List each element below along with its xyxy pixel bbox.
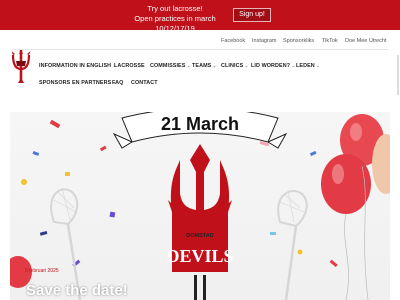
post-date: 5 februari 2025: [25, 268, 59, 274]
logo-text-top: DOMSTAD: [186, 233, 213, 239]
announcement-line-2: Open practices in march 10/12/17/19: [134, 14, 216, 33]
nav-information-in-english[interactable]: INFORMATION IN ENGLISH⌄: [39, 63, 116, 69]
nav-label: LID WORDEN?: [251, 63, 291, 69]
club-logo[interactable]: [10, 47, 32, 85]
trident-logo-icon: [11, 50, 31, 83]
nav-label: LACROSSE: [114, 63, 145, 69]
signup-button[interactable]: Sign up!: [233, 8, 271, 22]
facebook-link[interactable]: Facebook: [221, 38, 245, 44]
nav-label: TEAMS: [192, 63, 212, 69]
instagram-link[interactable]: Instagram: [252, 38, 276, 44]
logo-text-bottom: DEVILS: [166, 246, 233, 266]
nav-sponsors-en-partners[interactable]: SPONSORS EN PARTNERS⌄: [39, 80, 117, 86]
doe-mee-utrecht-link[interactable]: Doe Mee Utrecht: [345, 38, 387, 44]
nav-label: LEDEN: [296, 63, 315, 69]
hero-headline[interactable]: Save the date!: [26, 282, 128, 299]
nav-label: FAQ: [112, 80, 124, 86]
nav-label: INFORMATION IN ENGLISH: [39, 63, 112, 69]
nav-faq[interactable]: FAQ: [112, 80, 123, 86]
banner-text: 21 March: [161, 114, 239, 134]
header-divider: [12, 49, 388, 50]
nav-lacrosse[interactable]: LACROSSE: [114, 63, 145, 69]
chevron-down-icon: ⌄: [186, 63, 191, 69]
nav-teams[interactable]: TEAMS⌄: [192, 63, 217, 69]
nav-contact[interactable]: CONTACT: [131, 80, 158, 86]
chevron-down-icon: ⌄: [315, 63, 321, 69]
page-scrollbar[interactable]: [397, 55, 399, 95]
tiktok-link[interactable]: TikTok: [322, 38, 338, 44]
sponsorkliks-link[interactable]: Sponsorkliks: [283, 38, 314, 44]
announcement-text: Try out lacrosse! Open practices in marc…: [116, 4, 234, 34]
nav-leden[interactable]: LEDEN⌄: [296, 63, 320, 69]
nav-label: COMMISSIES: [150, 63, 186, 69]
devils-logo-icon: DOMSTAD DEVILS: [166, 144, 234, 300]
nav-label: SPONSORS EN PARTNERS: [39, 80, 112, 86]
hero-banner[interactable]: 21 March DOMSTAD DEVILS 5 februari 2025 …: [10, 112, 390, 300]
announcement-line-1: Try out lacrosse!: [147, 4, 203, 13]
nav-commissies[interactable]: COMMISSIES⌄: [150, 63, 191, 69]
nav-label: CONTACT: [131, 80, 158, 86]
announcement-bar: Try out lacrosse! Open practices in marc…: [0, 0, 400, 33]
lacrosse-stick-right: [277, 189, 308, 300]
nav-label: CLINICS: [221, 63, 244, 69]
hero-illustration: 21 March DOMSTAD DEVILS: [10, 112, 390, 300]
chevron-down-icon: ⌄: [244, 63, 249, 69]
nav-clinics[interactable]: CLINICS⌄: [221, 63, 249, 69]
top-links: Facebook Instagram Sponsorkliks TikTok D…: [0, 38, 400, 48]
nav-lid-worden[interactable]: LID WORDEN?⌄: [251, 63, 295, 69]
chevron-down-icon: ⌄: [291, 63, 296, 69]
chevron-down-icon: ⌄: [212, 63, 217, 69]
